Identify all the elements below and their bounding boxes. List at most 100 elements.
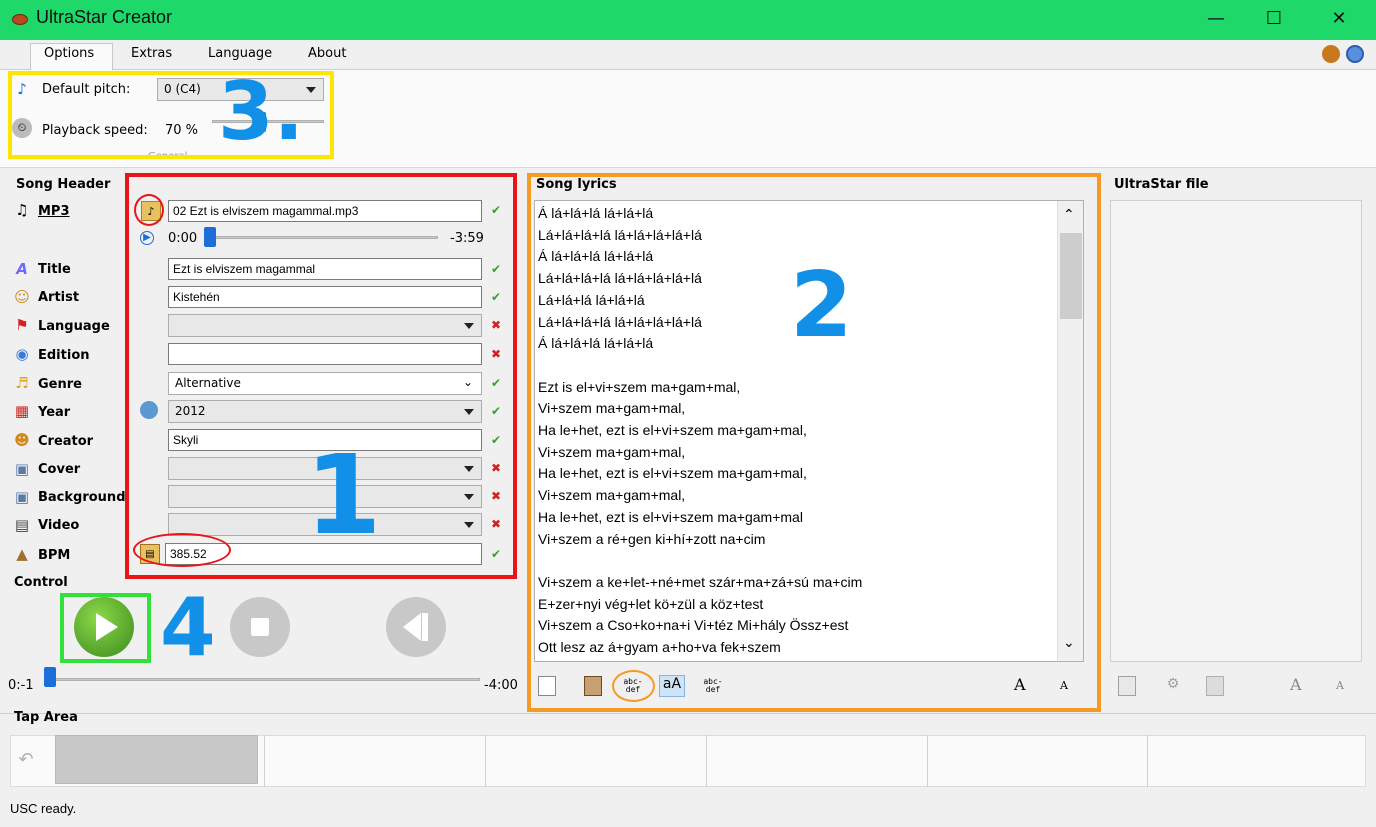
edition-field[interactable] <box>168 343 482 365</box>
video-label: Video <box>38 518 80 533</box>
usfile-font-bigger-button[interactable]: A <box>1290 675 1302 694</box>
open-file-icon[interactable]: ♪ <box>141 201 161 221</box>
scroll-thumb[interactable] <box>1060 233 1082 319</box>
tap-divider <box>706 735 707 787</box>
tap-cell-active[interactable] <box>55 735 258 784</box>
lock-icon[interactable]: ▤ <box>140 544 160 564</box>
maximize-button[interactable]: ☐ <box>1251 0 1297 40</box>
lyric-line: Lá+lá+lá+lá lá+lá+lá+lá+lá <box>538 313 702 330</box>
play-small-icon[interactable]: ▶ <box>140 231 154 245</box>
tap-divider <box>1147 735 1148 787</box>
annotation-1: 1 <box>305 431 382 559</box>
title-field[interactable]: Ezt is elviszem magammal <box>168 258 482 280</box>
play-button[interactable] <box>74 597 134 657</box>
menu-language[interactable]: Language <box>208 46 272 61</box>
lyrics-scrollbar[interactable]: ⌃ ⌄ <box>1057 201 1083 661</box>
rewind-icon <box>403 613 421 641</box>
title-bar: UltraStar Creator — ☐ ✕ <box>0 0 1376 40</box>
save-icon[interactable] <box>1118 676 1136 696</box>
lyric-line: Á lá+lá+lá lá+lá+lá <box>538 248 654 265</box>
lyric-line: Vi+szem a Cso+ko+na+i Vi+téz Mi+hály Öss… <box>538 617 849 634</box>
font-smaller-button[interactable]: A <box>1060 679 1068 692</box>
control-time-end: -4:00 <box>484 678 518 693</box>
lyric-line: Ott lesz az á+gyam a+ho+va fek+szem <box>538 639 781 655</box>
language-select[interactable] <box>168 314 482 337</box>
language-label: Language <box>38 319 110 334</box>
scroll-down-icon[interactable]: ⌄ <box>1063 635 1075 651</box>
ultrastar-file-textbox[interactable] <box>1110 200 1362 662</box>
app-logo-icon <box>12 14 28 25</box>
mp3-time-end: -3:59 <box>450 231 484 246</box>
control-progress-thumb[interactable] <box>44 667 56 687</box>
user-icon[interactable] <box>1322 45 1340 63</box>
annotation-4: 4 <box>160 581 216 674</box>
control-title: Control <box>14 575 68 590</box>
lyric-line: Vi+szem ma+gam+mal, <box>538 487 686 504</box>
hyphenate-bottom: def <box>705 685 721 694</box>
menu-extras[interactable]: Extras <box>131 46 172 61</box>
cover-label: Cover <box>38 462 81 477</box>
lyric-line: Lá+lá+lá+lá lá+lá+lá+lá+lá <box>538 270 702 287</box>
lyric-line: Lá+lá+lá+lá lá+lá+lá+lá+lá <box>538 226 702 243</box>
close-button[interactable]: ✕ <box>1316 0 1362 40</box>
genre-select[interactable]: Alternative ⌄ <box>168 372 482 395</box>
check-icon: ✔ <box>491 203 502 217</box>
mp3-field[interactable]: 02 Ezt is elviszem magammal.mp3 <box>168 200 482 222</box>
cross-icon: ✖ <box>491 347 502 361</box>
default-pitch-label: Default pitch: <box>42 82 131 97</box>
creator-label: Creator <box>38 434 94 449</box>
artist-label: Artist <box>38 290 80 305</box>
music-icon: ♫ <box>15 201 29 219</box>
globe-icon[interactable] <box>140 401 158 419</box>
scroll-up-icon[interactable]: ⌃ <box>1063 207 1075 223</box>
paste-icon[interactable] <box>584 676 602 696</box>
mp3-progress-track[interactable] <box>206 236 438 239</box>
artist-field[interactable]: Kistehén <box>168 286 482 308</box>
menu-about[interactable]: About <box>308 46 346 61</box>
tap-area-divider <box>0 713 1376 714</box>
lyric-line: Ha le+het, ezt is el+vi+szem ma+gam+mal, <box>538 465 807 482</box>
tap-divider <box>927 735 928 787</box>
lyric-line: E+zer+nyi vég+let kö+zül a köz+test <box>538 595 764 612</box>
window-title: UltraStar Creator <box>36 7 173 27</box>
control-progress-track[interactable] <box>46 678 480 681</box>
playback-speed-label: Playback speed: <box>42 123 148 138</box>
copy-icon[interactable] <box>538 676 556 696</box>
stop-icon <box>251 618 269 636</box>
song-lyrics-title: Song lyrics <box>536 177 617 192</box>
background-label: Background <box>38 490 126 505</box>
rewind-button[interactable] <box>386 597 446 657</box>
chevron-down-icon <box>464 522 474 528</box>
gear-icon[interactable]: ⚙ <box>1163 676 1183 696</box>
syllabify-bottom: def <box>625 685 641 694</box>
export-icon[interactable] <box>1206 676 1224 696</box>
song-header-title: Song Header <box>16 177 111 192</box>
font-bigger-button[interactable]: A <box>1014 675 1026 694</box>
stop-button[interactable] <box>230 597 290 657</box>
lyric-line: Á lá+lá+lá lá+lá+lá <box>538 335 654 352</box>
calendar-icon: ▦ <box>14 402 30 420</box>
menu-options[interactable]: Options <box>44 46 94 61</box>
syllabify-icon[interactable]: abc- def <box>620 678 646 694</box>
year-label: Year <box>38 405 71 420</box>
mp3-label: MP3 <box>38 204 70 219</box>
genre-icon: ♬ <box>15 374 29 392</box>
hyphenate-icon[interactable]: abc- def <box>700 678 726 694</box>
year-select[interactable]: 2012 <box>168 400 482 423</box>
undo-icon[interactable]: ↶ <box>16 750 36 770</box>
status-text: USC ready. <box>10 801 77 816</box>
title-label: Title <box>38 262 71 277</box>
chevron-down-icon <box>464 494 474 500</box>
check-icon: ✔ <box>491 547 502 561</box>
help-icon[interactable] <box>1346 45 1364 63</box>
case-button[interactable]: aA <box>659 675 685 697</box>
creator-icon: ☻ <box>14 431 30 449</box>
cross-icon: ✖ <box>491 489 502 503</box>
edition-label: Edition <box>38 348 90 363</box>
mp3-progress-thumb[interactable] <box>204 227 216 247</box>
minimize-button[interactable]: — <box>1193 0 1239 40</box>
check-icon: ✔ <box>491 290 502 304</box>
usfile-font-smaller-button[interactable]: A <box>1336 679 1344 692</box>
check-icon: ✔ <box>491 404 502 418</box>
edition-icon: ◉ <box>15 345 29 363</box>
